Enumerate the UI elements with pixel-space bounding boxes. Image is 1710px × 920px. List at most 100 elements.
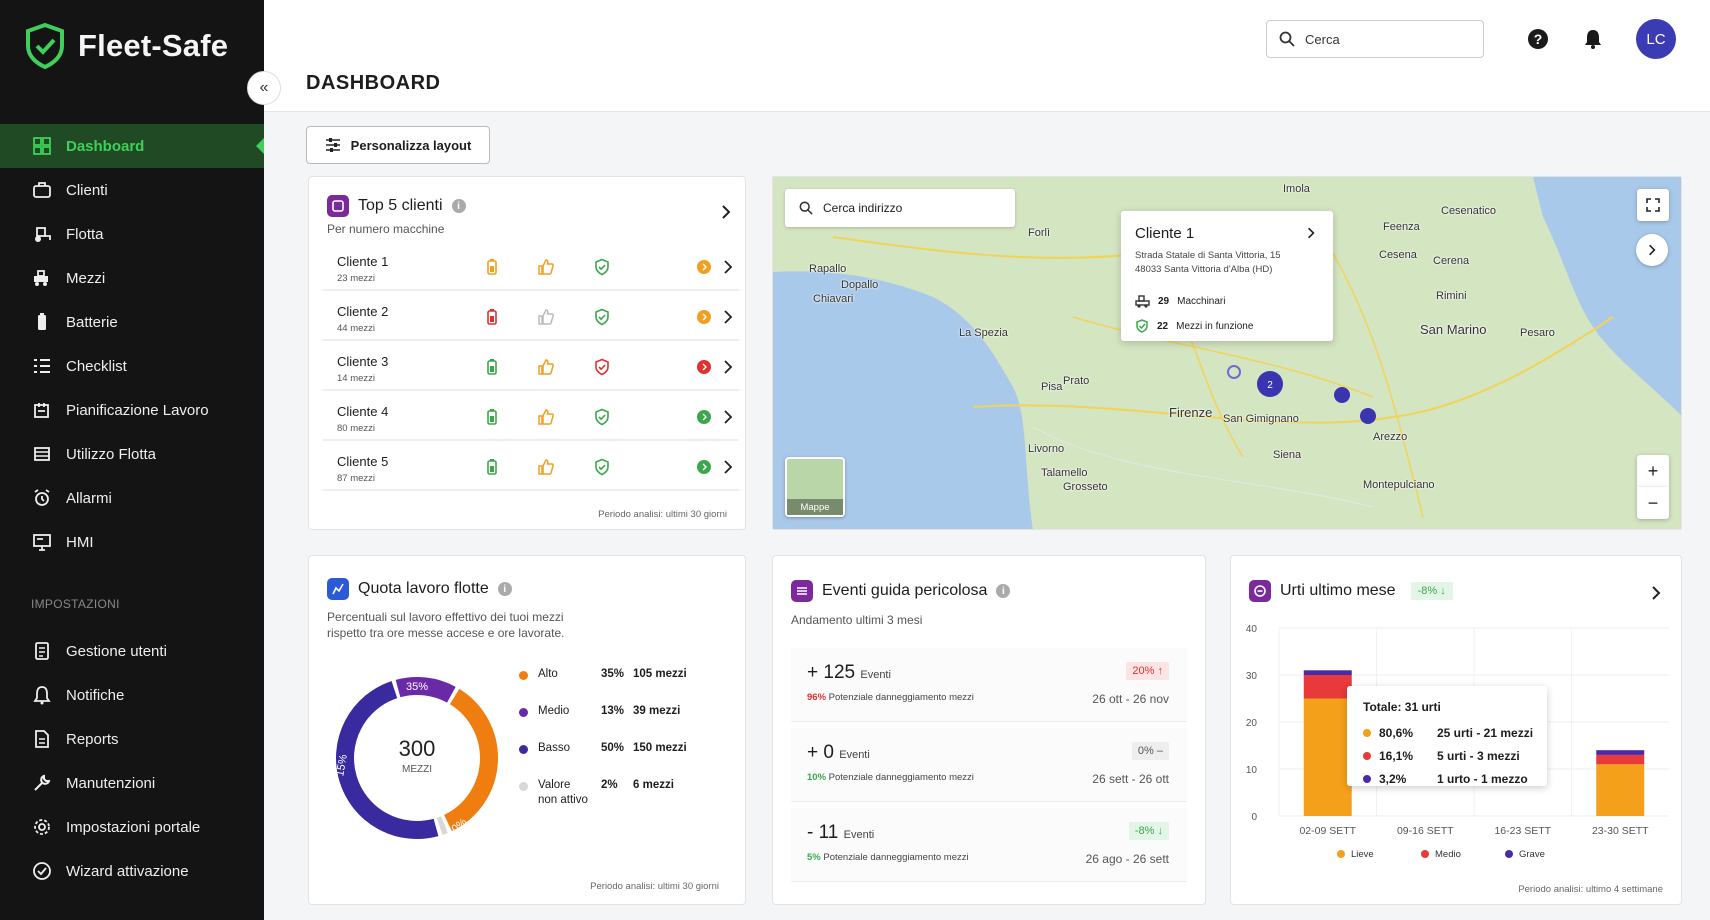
sidebar-item-impostazioni-portale[interactable]: Impostazioni portale	[0, 805, 264, 849]
chevron-right-icon[interactable]	[719, 308, 737, 326]
map-search-placeholder: Cerca indirizzo	[823, 201, 903, 215]
sidebar-item-manutenzioni[interactable]: Manutenzioni	[0, 761, 264, 805]
chevron-right-icon[interactable]	[1307, 227, 1315, 239]
info-icon[interactable]: i	[996, 584, 1011, 598]
map-next-button[interactable]	[1636, 234, 1668, 266]
sidebar-item-gestione-utenti[interactable]: Gestione utenti	[0, 629, 264, 673]
event-damage-pct: 96%	[807, 692, 827, 703]
sidebar-item-notifiche[interactable]: Notifiche	[0, 673, 264, 717]
bar-medio[interactable]	[1303, 675, 1352, 699]
impacts-header: Urti ultimo mese -8% ↓	[1249, 580, 1453, 602]
map-layer-toggle[interactable]: Mappe	[785, 457, 845, 517]
sidebar-item-label: Utilizzo Flotta	[66, 445, 157, 463]
battery-icon	[38, 313, 46, 330]
event-damage: 96% Potenziale danneggiamento mezzi	[807, 692, 974, 703]
bell-icon[interactable]	[1582, 28, 1604, 50]
client-row[interactable]: Cliente 2 44 mezzi	[323, 295, 739, 341]
top-clients-footer: Periodo analisi: ultimi 30 giorni	[598, 509, 727, 520]
bar-lieve[interactable]	[1596, 764, 1645, 816]
map-place-label: San Gimignano	[1223, 413, 1299, 425]
event-row[interactable]: - 11 Eventi 5% Potenziale danneggiamento …	[791, 808, 1187, 882]
thumbs-up-icon	[538, 259, 554, 275]
bar-medio[interactable]	[1596, 754, 1645, 765]
client-row[interactable]: Cliente 4 80 mezzi	[323, 395, 739, 441]
client-name: Cliente 4	[337, 404, 389, 419]
search-placeholder: Cerca	[1305, 31, 1340, 47]
logo[interactable]: Fleet-Safe	[24, 22, 228, 70]
info-icon[interactable]: i	[451, 199, 466, 213]
map-place-label: La Spezia	[959, 327, 1008, 339]
legend-dot	[1363, 752, 1371, 760]
bar-grave[interactable]	[1303, 670, 1352, 675]
sidebar-item-utilizzo-flotta[interactable]: Utilizzo Flotta	[0, 432, 264, 476]
map-place-label: Cesenatico	[1441, 205, 1497, 217]
popup-address-line1: Strada Statale di Santa Vittoria, 15	[1135, 250, 1281, 261]
zoom-out-button[interactable]: −	[1637, 487, 1669, 519]
chevron-right-icon[interactable]	[719, 358, 737, 376]
legend-percent: 13%	[601, 705, 625, 717]
map-place-label: Arezzo	[1373, 431, 1408, 443]
sidebar-item-reports[interactable]: Reports	[0, 717, 264, 761]
popup-machines-label: Macchinari	[1177, 296, 1226, 307]
map-place-label: Imola	[1283, 183, 1310, 195]
shield-check-icon	[595, 308, 609, 326]
map-place-label: Grosseto	[1063, 481, 1108, 493]
sidebar-item-allarmi[interactable]: Allarmi	[0, 476, 264, 520]
chevron-right-icon[interactable]	[719, 458, 737, 476]
event-count: + 0 Eventi	[807, 742, 870, 764]
donut-segment-valore[interactable]	[436, 816, 448, 835]
work-share-header: Quota lavoro flotte i	[327, 578, 512, 600]
sidebar-item-hmi[interactable]: HMI	[0, 520, 264, 564]
donut-segment-alto[interactable]	[443, 688, 498, 832]
map-search-input[interactable]: Cerca indirizzo	[785, 189, 1015, 227]
sidebar-item-checklist[interactable]: Checklist	[0, 344, 264, 388]
sidebar-item-label: Wizard attivazione	[66, 862, 189, 880]
event-row[interactable]: + 125 Eventi 96% Potenziale danneggiament…	[791, 648, 1187, 722]
chevron-right-icon[interactable]	[721, 205, 731, 219]
sidebar-item-label: Reports	[66, 730, 119, 748]
work-share-subtitle-line2: rispetto tra ore messe accese e ore lavo…	[327, 626, 565, 640]
sidebar-item-clienti[interactable]: Clienti	[0, 168, 264, 212]
user-avatar[interactable]: LC	[1636, 19, 1676, 59]
legend-dot	[1337, 850, 1345, 858]
sidebar-item-dashboard[interactable]: Dashboard	[0, 124, 264, 168]
info-icon[interactable]: i	[497, 582, 512, 596]
sidebar-item-label: Gestione utenti	[66, 642, 167, 660]
help-icon[interactable]: ?	[1527, 28, 1549, 50]
client-name: Cliente 2	[337, 304, 389, 319]
events-subtitle: Andamento ultimi 3 mesi	[791, 613, 923, 627]
client-row[interactable]: Cliente 3 14 mezzi	[323, 345, 739, 391]
x-tick-label: 16-23 SETT	[1494, 825, 1551, 837]
collapse-sidebar-button[interactable]: «	[247, 71, 281, 105]
fleet-icon	[35, 227, 51, 242]
sidebar-item-flotta[interactable]: Flotta	[0, 212, 264, 256]
chevron-right-icon[interactable]	[1651, 586, 1661, 600]
bar-lieve[interactable]	[1303, 698, 1352, 817]
sidebar-item-pianificazione-lavoro[interactable]: Pianificazione Lavoro	[0, 388, 264, 432]
legend-dot	[519, 782, 528, 791]
map-client-popup[interactable]: Cliente 1 Strada Statale di Santa Vittor…	[1121, 211, 1333, 341]
sidebar-item-wizard-attivazione[interactable]: Wizard attivazione	[0, 849, 264, 893]
map-widget[interactable]: 2 Imola Forlì Cesenatico Feenza Cesena Cerena…	[772, 176, 1682, 530]
sidebar-item-mezzi[interactable]: Mezzi	[0, 256, 264, 300]
event-row[interactable]: + 0 Eventi 10% Potenziale danneggiamento …	[791, 728, 1187, 802]
chevron-right-icon[interactable]	[719, 258, 737, 276]
cluster-count[interactable]: 2	[1267, 380, 1273, 391]
fullscreen-button[interactable]	[1637, 189, 1669, 221]
map-place-label: Rimini	[1436, 290, 1467, 302]
search-input[interactable]: Cerca	[1266, 20, 1484, 58]
legend-count: 6 mezzi	[633, 779, 674, 791]
zoom-in-button[interactable]: +	[1637, 455, 1669, 487]
bar-grave[interactable]	[1596, 750, 1645, 755]
top-clients-subtitle: Per numero macchine	[327, 222, 445, 236]
customize-layout-button[interactable]: Personalizza layout	[306, 126, 490, 164]
usage-icon	[34, 447, 50, 461]
client-row[interactable]: Cliente 5 87 mezzi	[323, 445, 739, 491]
event-value: + 0	[807, 742, 834, 763]
client-row[interactable]: Cliente 1 23 mezzi	[323, 245, 739, 291]
legend-percent: 2%	[601, 779, 618, 791]
legend-label: Lieve	[1351, 849, 1374, 860]
sidebar-item-batterie[interactable]: Batterie	[0, 300, 264, 344]
shield-logo-icon	[26, 22, 64, 70]
chevron-right-icon[interactable]	[719, 408, 737, 426]
